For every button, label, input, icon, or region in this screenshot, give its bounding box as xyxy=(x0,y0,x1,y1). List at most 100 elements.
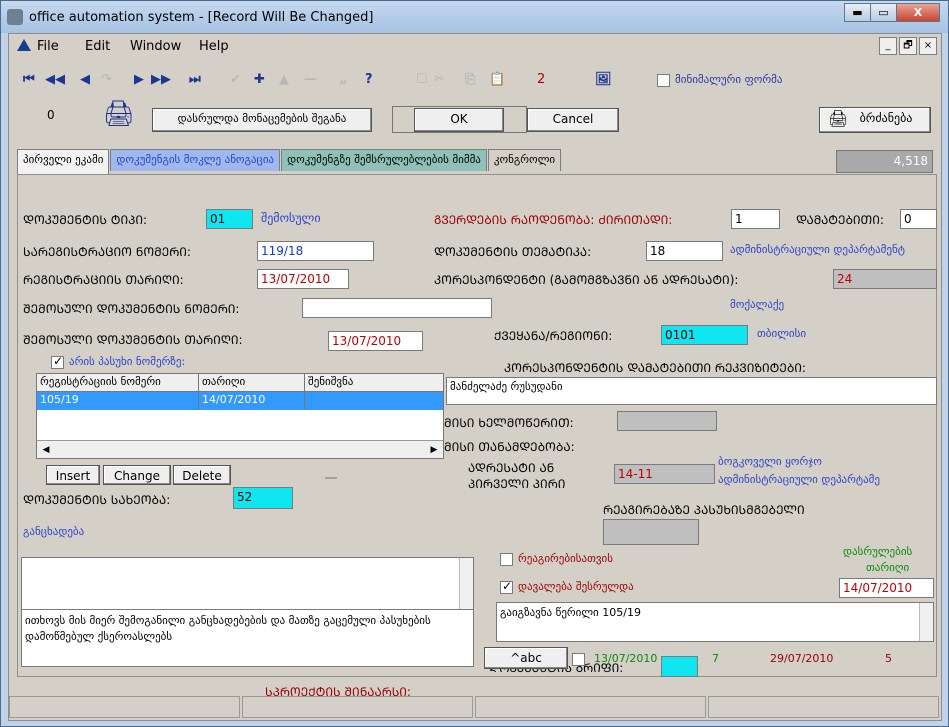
completed-date-input[interactable]: 14/07/2010 xyxy=(839,578,934,598)
next-record-icon[interactable]: ▶ xyxy=(134,72,144,88)
correspondent-input[interactable]: 24 xyxy=(833,269,937,289)
pages-main-input[interactable]: 1 xyxy=(731,209,780,229)
remove-icon[interactable]: — xyxy=(304,72,317,88)
delete-button[interactable]: Delete xyxy=(173,465,231,485)
mdi-minimize-button[interactable]: _ xyxy=(879,37,897,55)
menu-help[interactable]: Help xyxy=(199,39,229,54)
prev-record-icon[interactable]: ◀ xyxy=(80,72,90,88)
action-row: 0 🖨 დასრულდა მონაცემების შეგანა OK Cance… xyxy=(9,101,941,146)
command-label: ბრძანება xyxy=(859,111,913,125)
app-window: office automation system - [Record Will … xyxy=(0,0,949,727)
incoming-date-label: ᲨᲔᲛᲝᲡᲣᲚᲘ ᲓᲝᲙᲣᲛᲔᲜᲢᲘᲡ ᲗᲐᲠᲘᲦᲘ: xyxy=(23,333,243,347)
minimal-form-label: მინიმალური ფორმა xyxy=(675,73,783,86)
country-input[interactable]: 0101 xyxy=(661,325,748,345)
reg-date-input[interactable]: 13/07/2010 xyxy=(257,269,349,289)
apply-icon[interactable]: ✔ xyxy=(230,72,241,88)
incoming-date-input[interactable]: 13/07/2010 xyxy=(328,331,423,351)
minimal-form-checkbox[interactable] xyxy=(657,73,670,87)
topic-input[interactable]: 18 xyxy=(646,241,723,261)
abc-button[interactable]: ^abc xyxy=(484,647,568,669)
tab-short-annotation[interactable]: დოკუმენგის მოკლე ანოგაცია xyxy=(110,149,281,171)
start-number: 7 xyxy=(712,652,719,665)
tab-control[interactable]: კონგროლი xyxy=(487,149,562,171)
window-controls: ▬ ▭ X xyxy=(844,3,940,23)
status-bar xyxy=(9,696,941,720)
incoming-number-input[interactable] xyxy=(302,298,492,318)
change-button[interactable]: Change xyxy=(103,465,171,485)
blank-icon[interactable]: ☐ xyxy=(416,72,428,88)
up-icon[interactable]: ▲ xyxy=(279,72,289,88)
address-label-2: ᲞᲘᲠᲕᲔᲚᲘ ᲞᲘᲠᲘ xyxy=(468,477,566,491)
scroll-left-icon[interactable]: ◀ xyxy=(39,443,53,457)
extra-pages-input[interactable]: 0 xyxy=(900,209,937,229)
command-button[interactable]: 🖨 ბრძანება xyxy=(819,107,931,133)
first-record-icon[interactable]: ⏮ xyxy=(23,72,35,88)
mdi-close-button[interactable]: × xyxy=(919,37,937,55)
menu-bar: File Edit Window Help _ 🗗 × xyxy=(9,34,941,58)
zero-counter: 0 xyxy=(47,108,55,122)
mdi-restore-button[interactable]: 🗗 xyxy=(899,37,917,55)
add-icon[interactable]: ✚ xyxy=(254,72,265,88)
address-input[interactable]: 14-11 xyxy=(614,464,715,484)
header-date: თარიღი xyxy=(199,374,305,391)
record-count: 2 xyxy=(537,72,546,87)
tab-first-stage[interactable]: პირველი ეკამი xyxy=(17,149,110,174)
for-reaction-checkbox[interactable] xyxy=(500,552,513,566)
app-icon xyxy=(7,9,23,25)
close-button[interactable]: X xyxy=(896,3,940,22)
last-record-icon[interactable]: ⏭ xyxy=(189,72,201,88)
date-range-checkbox[interactable] xyxy=(572,652,590,666)
prev-page-icon[interactable]: ◀◀ xyxy=(45,72,65,88)
menu-window[interactable]: Window xyxy=(130,39,181,54)
quote-icon[interactable]: „ xyxy=(339,72,348,88)
minimize-button[interactable]: ▬ xyxy=(844,3,870,22)
minimal-form-toggle[interactable]: მინიმალური ფორმა xyxy=(657,72,782,88)
next-page-icon[interactable]: ▶▶ xyxy=(151,72,171,88)
client-area: File Edit Window Help _ 🗗 × ⏮ ◀◀ ◀ ↷ ▶ ▶… xyxy=(8,33,942,721)
paste-icon[interactable]: 📋 xyxy=(489,72,505,88)
tab-executors[interactable]: დოკუმენგზე შემსრულებლების მიმმა xyxy=(281,149,487,171)
correspondent-text: მოქალაქე xyxy=(730,298,785,311)
statement-textarea[interactable] xyxy=(21,557,474,614)
horizontal-scrollbar[interactable]: ◀ ▶ xyxy=(37,440,443,458)
sent-letter-textarea[interactable]: გაიგზავნა წერილი 105/19 xyxy=(496,602,934,642)
copy-icon[interactable]: ⎘ xyxy=(465,72,475,88)
doc-type-input[interactable]: 01 xyxy=(206,209,253,229)
finished-data-entry-button[interactable]: დასრულდა მონაცემების შეგანა xyxy=(152,108,372,132)
menu-edit[interactable]: Edit xyxy=(85,39,110,54)
mobile-input[interactable] xyxy=(617,411,717,431)
country-label: ᲥᲕᲔᲧᲐᲜᲐ/ᲠᲔᲒᲘᲝᲜᲘ: xyxy=(494,329,613,343)
topic-text: ადმინისტრაციული დეპარტამენტ xyxy=(730,243,905,256)
task-done-checkbox[interactable] xyxy=(500,579,513,594)
task-done-toggle[interactable]: დავალება შესრულდა xyxy=(500,579,634,594)
insert-button[interactable]: Insert xyxy=(46,465,100,485)
reg-number-label: ᲡᲐᲠᲔᲒᲘᲡᲢᲠᲐᲪᲘᲝ ᲜᲝᲛᲔᲠᲘ: xyxy=(23,245,191,259)
help-icon[interactable]: ? xyxy=(365,72,373,88)
scroll-right-icon[interactable]: ▶ xyxy=(427,443,441,457)
redo-icon[interactable]: ↷ xyxy=(101,72,112,88)
ok-button[interactable]: OK xyxy=(414,108,504,132)
for-reaction-toggle[interactable]: რეაგირებისათვის xyxy=(500,552,613,566)
printer-icon[interactable]: 🖨 xyxy=(103,101,135,126)
answer-checkbox[interactable] xyxy=(51,354,64,369)
system-menu-icon[interactable] xyxy=(17,39,31,51)
date-range-check[interactable] xyxy=(572,653,585,666)
pages-label: ᲒᲕᲔᲠᲓᲔᲑᲘᲡ ᲠᲐᲝᲓᲔᲜᲝᲑᲐ: ᲫᲘᲠᲘᲗᲐᲓᲘ: xyxy=(434,213,673,227)
reg-number-input[interactable]: 119/18 xyxy=(257,241,374,261)
cut-icon[interactable]: ✂ xyxy=(434,72,445,88)
corr-details-label: ᲙᲝᲠᲔᲡᲞᲝᲜᲓᲔᲜᲢᲘᲡ ᲓᲐᲛᲐᲢᲔᲑᲘᲗᲘ ᲠᲔᲙᲕᲘᲖᲘᲢᲔᲑᲘ: xyxy=(504,361,806,375)
maximize-button[interactable]: ▭ xyxy=(870,3,896,22)
doc-group-input[interactable] xyxy=(661,656,698,677)
menu-file[interactable]: File xyxy=(37,39,59,54)
answer-toggle[interactable]: არის პასუხი ნომერზე: xyxy=(51,354,185,369)
responsible-label: ᲠᲔᲐᲒᲘᲠᲔᲑᲐᲖᲔ ᲞᲐᲡᲣᲮᲘᲡᲛᲒᲔᲑᲔᲚᲘ xyxy=(603,503,805,517)
doc-status-input[interactable]: 52 xyxy=(233,487,293,509)
responsible-input[interactable] xyxy=(603,519,699,545)
cancel-button[interactable]: Cancel xyxy=(527,108,619,132)
description-textarea[interactable]: ითხოვს მის მიერ შემოგანილი განცხადებების… xyxy=(21,609,474,667)
table-row[interactable]: 105/19 14/07/2010 xyxy=(37,392,443,410)
correspondent-details-input[interactable]: მანძელაძე რუსუდანი xyxy=(446,377,937,405)
sent-letter-scrollbar[interactable] xyxy=(919,603,933,641)
statement-scrollbar[interactable] xyxy=(459,558,473,613)
image-icon[interactable]: 🖼 xyxy=(595,72,612,88)
